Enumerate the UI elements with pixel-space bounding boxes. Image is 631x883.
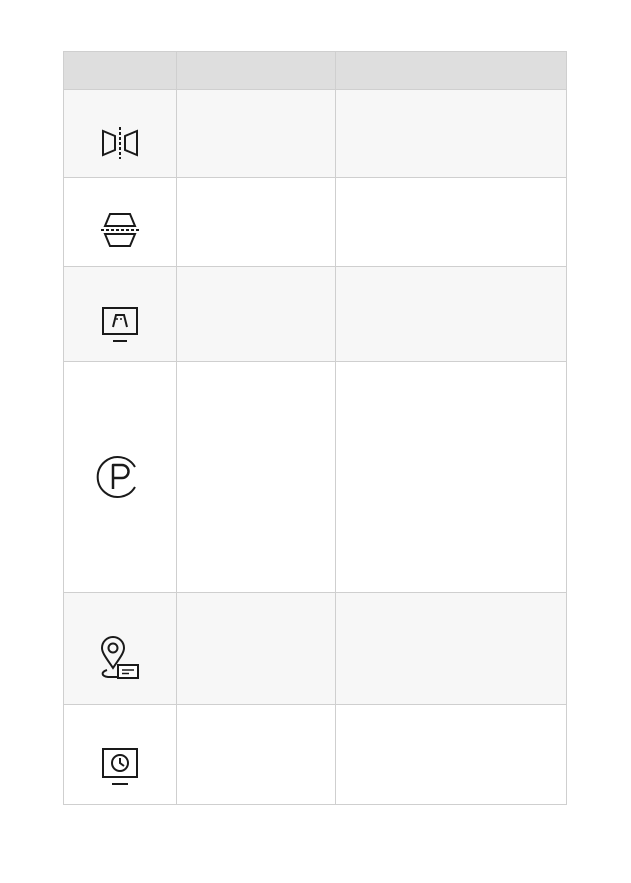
header-description [334,51,568,90]
icon-cell [62,177,178,267]
row-name [176,266,336,362]
row-description [334,177,568,267]
table-row [62,704,568,805]
row-description [334,361,568,593]
mirror-flip-icon [102,126,139,159]
vertical-flip-icon [101,213,140,247]
lane-monitor-icon [102,307,139,342]
clock-monitor-icon [102,748,139,785]
location-pin-message-icon [101,635,140,679]
row-description [334,266,568,362]
row-name [176,177,336,267]
table-row [62,177,568,267]
header-name [176,51,336,90]
feature-table [62,51,568,805]
row-description [334,89,568,178]
parking-p-icon [96,456,136,498]
icon-cell [62,704,178,805]
row-name [176,592,336,705]
document-page [0,0,631,883]
table-row [62,89,568,178]
icon-cell [62,361,178,593]
table-header-row [62,51,568,90]
row-description [334,592,568,705]
row-description [334,704,568,805]
icon-cell [62,89,178,178]
table-row [62,266,568,362]
row-name [176,704,336,805]
table-row [62,592,568,705]
icon-cell [62,266,178,362]
row-name [176,89,336,178]
row-name [176,361,336,593]
icon-cell [62,592,178,705]
table-row [62,361,568,593]
header-icon [62,51,178,90]
